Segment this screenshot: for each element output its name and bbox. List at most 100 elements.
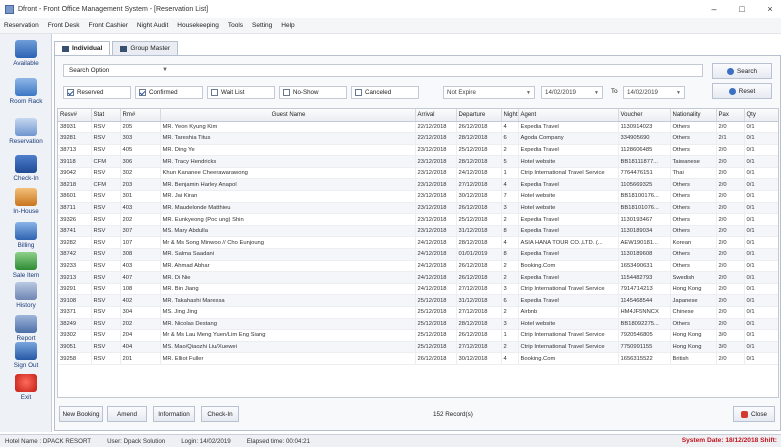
- nav-room-rack[interactable]: Room Rack: [0, 74, 52, 116]
- table-row[interactable]: 39042 RSV 302 Khun Kananee Cheerawarawong 23…: [58, 167, 778, 180]
- cell-resv-no: 38741: [58, 225, 92, 238]
- table-row[interactable]: 39108 RSV 402 MR. Takahashi Maressa 25/12/20…: [58, 294, 778, 307]
- menu-setting[interactable]: Setting: [252, 22, 272, 29]
- search-button[interactable]: Search: [712, 63, 772, 79]
- table-row[interactable]: 39291 RSV 108 MR. Bin Jiang 24/12/2018 27/12/…: [58, 283, 778, 296]
- cell-arrival: 23/12/2018: [415, 225, 457, 238]
- check-in-button[interactable]: Check-In: [201, 406, 239, 422]
- table-row[interactable]: 38713 RSV 405 MR. Ding Ye 23/12/2018 25/12/20…: [58, 144, 778, 157]
- table-row[interactable]: 39258 RSV 201 MR. Elliot Fuller 26/12/2018 30…: [58, 352, 778, 365]
- cell-pax: 2/0: [716, 144, 745, 157]
- reserved-checkbox[interactable]: Reserved: [63, 86, 131, 99]
- cell-qty: 0/1: [744, 121, 778, 134]
- table-row[interactable]: 39118 CFM 306 MR. Tracy Hendricks 23/12/2018…: [58, 155, 778, 168]
- col-guest-name[interactable]: Guest Name: [160, 109, 416, 122]
- tab-group-master[interactable]: Group Master: [112, 41, 179, 55]
- cell-agent: Airbnb: [518, 306, 619, 319]
- waitlist-checkbox[interactable]: Wait List: [207, 86, 275, 99]
- table-row[interactable]: 39326 RSV 202 MR. Eunkyeong (Poc ung) Shin 2…: [58, 213, 778, 226]
- col-resv-no[interactable]: Resv#: [58, 109, 92, 122]
- close-button[interactable]: Close: [733, 406, 775, 422]
- noshow-checkbox[interactable]: No-Show: [279, 86, 347, 99]
- maximize-button[interactable]: □: [735, 4, 749, 14]
- reset-button[interactable]: Reset: [712, 83, 772, 99]
- menu-night-audit[interactable]: Night Audit: [137, 22, 168, 29]
- table-row[interactable]: 39233 RSV 403 MR. Ahmad Abhar 24/12/2018 26/1…: [58, 260, 778, 273]
- tab-individual[interactable]: Individual: [54, 41, 111, 55]
- check-in-icon: [15, 155, 37, 173]
- cell-status: RSV: [91, 121, 121, 134]
- canceled-checkbox[interactable]: Canceled: [351, 86, 419, 99]
- date-from-picker[interactable]: 14/02/2019 ▼: [541, 86, 603, 99]
- date-to-picker[interactable]: 14/02/2019 ▼: [623, 86, 685, 99]
- cell-status: RSV: [91, 132, 121, 145]
- cell-night: 2: [501, 213, 519, 226]
- table-row[interactable]: 39281 RSV 303 MR. Tareshia Titus 22/12/2018 2…: [58, 132, 778, 145]
- table-row[interactable]: 39282 RSV 107 Mr & Ms Song Minwoo // Cho Eu…: [58, 236, 778, 250]
- tab-label: Individual: [72, 45, 103, 52]
- col-status[interactable]: Stat: [91, 109, 121, 122]
- information-button[interactable]: Information: [153, 406, 195, 422]
- col-room-no[interactable]: Rm#: [120, 109, 161, 122]
- table-row[interactable]: 38741 RSV 307 MS. Mary Abdulla 23/12/2018 31/…: [58, 225, 778, 238]
- cell-nationality: Chinese: [670, 306, 717, 319]
- col-qty[interactable]: Qty: [744, 109, 778, 122]
- cell-room-no: 203: [120, 178, 161, 192]
- close-window-button[interactable]: ×: [763, 4, 777, 14]
- cell-agent: Expedia Travel: [518, 121, 619, 134]
- col-arrival[interactable]: Arrival: [415, 109, 457, 122]
- cell-arrival: 24/12/2018: [415, 260, 457, 273]
- col-agent[interactable]: Agent: [518, 109, 619, 122]
- cell-room-no: 306: [120, 155, 161, 168]
- table-row[interactable]: 38711 RSV 403 MR. Maudelonde Matthieu 23/12/…: [58, 202, 778, 215]
- nav-exit[interactable]: Exit: [0, 370, 52, 412]
- nav-reservation[interactable]: Reservation: [0, 114, 52, 156]
- system-date: System Date: 18/12/2018 Shift:: [681, 437, 777, 444]
- table-row[interactable]: 38931 RSV 205 MR. Yeon Kyung Kim 22/12/2018 2…: [58, 121, 778, 134]
- cell-room-no: 202: [120, 318, 161, 331]
- table-row[interactable]: 38601 RSV 301 MR. Jai Kiran 23/12/2018 30/12/…: [58, 190, 778, 203]
- cell-departure: 26/12/2018: [456, 202, 502, 215]
- col-pax[interactable]: Pax: [716, 109, 745, 122]
- cell-departure: 26/12/2018: [456, 329, 502, 342]
- new-booking-button[interactable]: New Booking: [59, 406, 103, 422]
- table-row[interactable]: 38742 RSV 308 MR. Salma Saadani 24/12/2018 01…: [58, 248, 778, 261]
- table-row[interactable]: 39051 RSV 404 MS. Mao/Qiaozhi Liu/Xuewei 25/…: [58, 341, 778, 354]
- table-row[interactable]: 38249 RSV 202 MR. Nicolas Destang 25/12/2018…: [58, 318, 778, 331]
- cell-room-no: 205: [120, 121, 161, 134]
- menu-bar: Reservation Front Desk Front Cashier Nig…: [0, 18, 781, 34]
- menu-front-cashier[interactable]: Front Cashier: [88, 22, 127, 29]
- search-option-select[interactable]: Search Option ▼: [63, 64, 703, 77]
- col-nationality[interactable]: Nationality: [670, 109, 717, 122]
- cell-nationality: Hong Kong: [670, 329, 717, 342]
- menu-tools[interactable]: Tools: [228, 22, 243, 29]
- cell-departure: 28/12/2018: [456, 155, 502, 168]
- cell-voucher: 1105669325: [618, 178, 671, 192]
- menu-housekeeping[interactable]: Housekeeping: [177, 22, 219, 29]
- table-row[interactable]: 39371 RSV 304 MS. Jing Jing 25/12/2018 27/12/…: [58, 306, 778, 319]
- cell-departure: 30/12/2018: [456, 190, 502, 203]
- cell-guest-name: MR. Elliot Fuller: [160, 352, 416, 365]
- minimize-button[interactable]: –: [707, 4, 721, 14]
- cell-agent: Ctrip International Travel Service: [518, 341, 619, 354]
- expire-select[interactable]: Not Expire ▼: [443, 86, 535, 99]
- table-row[interactable]: 38218 CFM 203 MR. Benjamin Harley Anapol 23/…: [58, 178, 778, 192]
- menu-reservation[interactable]: Reservation: [4, 22, 39, 29]
- cell-room-no: 204: [120, 329, 161, 342]
- table-row[interactable]: 39213 RSV 407 MR. Di Nie 24/12/2018 26/12/201…: [58, 271, 778, 284]
- status-bar: Hotel Name : DPACK RESORT User: Dpack So…: [0, 434, 781, 447]
- cell-pax: 2/0: [716, 283, 745, 296]
- menu-front-desk[interactable]: Front Desk: [48, 22, 80, 29]
- nav-available[interactable]: Available: [0, 36, 52, 78]
- cell-night: 8: [501, 248, 519, 261]
- col-voucher[interactable]: Voucher: [618, 109, 671, 122]
- confirmed-checkbox[interactable]: Confirmed: [135, 86, 203, 99]
- amend-button[interactable]: Amend: [107, 406, 147, 422]
- cell-pax: 2/0: [716, 271, 745, 284]
- menu-help[interactable]: Help: [281, 22, 294, 29]
- cell-arrival: 22/12/2018: [415, 132, 457, 145]
- col-night[interactable]: Night: [501, 109, 519, 122]
- cell-resv-no: 38711: [58, 202, 92, 215]
- col-departure[interactable]: Departure: [456, 109, 502, 122]
- table-row[interactable]: 39302 RSV 204 Mr & Ms Lau Meng Yuen/Lim Eng…: [58, 329, 778, 342]
